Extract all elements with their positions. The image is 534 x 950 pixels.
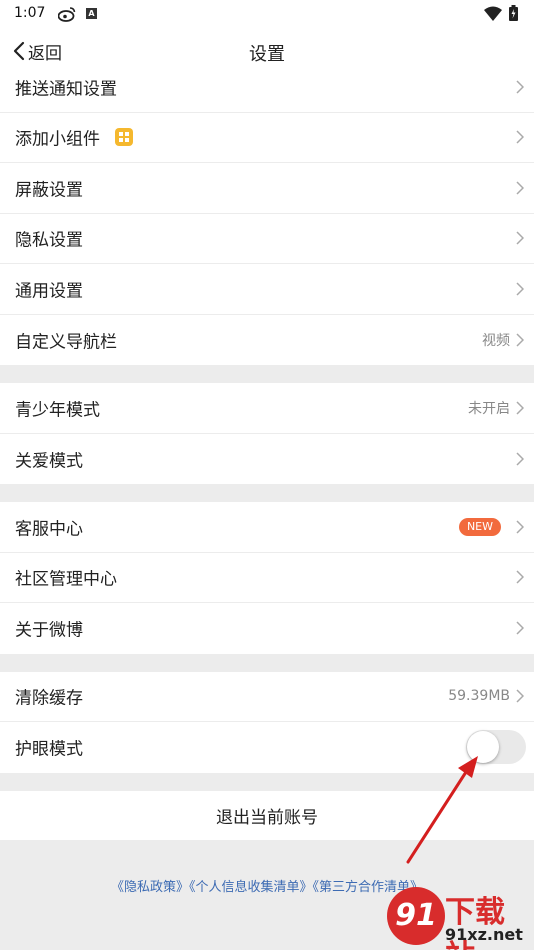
chevron-right-icon bbox=[516, 80, 524, 94]
row-label: 自定义导航栏 bbox=[15, 332, 117, 353]
settings-group-modes: 青少年模式 未开启 关爱模式 bbox=[0, 383, 534, 484]
settings-group-general: 推送通知设置 添加小组件 屏蔽设置 隐私设置 通用设置 自定义导航栏 视频 bbox=[0, 62, 534, 365]
row-care-mode[interactable]: 关爱模式 bbox=[0, 434, 534, 485]
row-label: 客服中心 bbox=[15, 519, 83, 540]
row-label: 通用设置 bbox=[15, 281, 83, 302]
settings-group-support: 客服中心 NEW 社区管理中心 关于微博 bbox=[0, 502, 534, 654]
personal-info-list-link[interactable]: 《个人信息收集清单》 bbox=[189, 880, 313, 895]
eye-protection-toggle[interactable] bbox=[466, 730, 526, 765]
chevron-right-icon bbox=[516, 282, 524, 296]
chevron-right-icon bbox=[516, 570, 524, 584]
chevron-right-icon bbox=[516, 333, 524, 347]
row-label: 推送通知设置 bbox=[15, 79, 117, 100]
status-time: 1:07 bbox=[14, 5, 46, 21]
row-eye-protection-mode: 护眼模式 bbox=[0, 722, 534, 773]
row-community-management[interactable]: 社区管理中心 bbox=[0, 553, 534, 603]
widget-grid-icon bbox=[115, 128, 133, 147]
section-divider bbox=[0, 484, 534, 502]
section-divider bbox=[0, 653, 534, 672]
row-value: 视频 bbox=[482, 332, 510, 349]
row-label: 隐私设置 bbox=[15, 230, 83, 251]
row-about-weibo[interactable]: 关于微博 bbox=[0, 603, 534, 654]
row-block-settings[interactable]: 屏蔽设置 bbox=[0, 163, 534, 214]
cache-size-value: 59.39MB bbox=[448, 688, 510, 705]
chevron-right-icon bbox=[516, 231, 524, 245]
row-push-notification-settings[interactable]: 推送通知设置 bbox=[0, 62, 534, 113]
row-teen-mode[interactable]: 青少年模式 未开启 bbox=[0, 383, 534, 434]
row-label: 护眼模式 bbox=[15, 739, 83, 760]
watermark-logo: 91 下载站 91xz.net bbox=[385, 885, 534, 950]
a-notification-icon: A bbox=[86, 8, 97, 19]
chevron-right-icon bbox=[516, 621, 524, 635]
chevron-right-icon bbox=[516, 130, 524, 144]
watermark-mark: 91 bbox=[387, 887, 445, 945]
row-label: 关于微博 bbox=[15, 620, 83, 641]
row-privacy-settings[interactable]: 隐私设置 bbox=[0, 214, 534, 264]
chevron-right-icon bbox=[516, 401, 524, 415]
row-custom-navigation-bar[interactable]: 自定义导航栏 视频 bbox=[0, 315, 534, 366]
toggle-knob bbox=[467, 731, 499, 764]
new-badge: NEW bbox=[458, 517, 501, 536]
row-label: 清除缓存 bbox=[15, 688, 83, 709]
row-label: 添加小组件 bbox=[15, 129, 100, 150]
status-bar: 1:07 A bbox=[0, 0, 534, 28]
chevron-right-icon bbox=[516, 452, 524, 466]
weibo-icon bbox=[58, 7, 76, 22]
chevron-right-icon bbox=[516, 520, 524, 534]
settings-list: 推送通知设置 添加小组件 屏蔽设置 隐私设置 通用设置 自定义导航栏 视频 青少… bbox=[0, 62, 534, 845]
row-add-widget[interactable]: 添加小组件 bbox=[0, 113, 534, 163]
row-value: 未开启 bbox=[468, 400, 510, 417]
logout-button[interactable]: 退出当前账号 bbox=[0, 790, 534, 845]
section-divider bbox=[0, 772, 534, 791]
wifi-icon bbox=[484, 6, 502, 21]
chevron-right-icon bbox=[516, 689, 524, 703]
row-customer-service[interactable]: 客服中心 NEW bbox=[0, 502, 534, 553]
section-divider bbox=[0, 365, 534, 383]
battery-icon bbox=[509, 5, 518, 21]
chevron-right-icon bbox=[516, 181, 524, 195]
row-clear-cache[interactable]: 清除缓存 59.39MB bbox=[0, 672, 534, 722]
row-label: 社区管理中心 bbox=[15, 569, 117, 590]
row-label: 关爱模式 bbox=[15, 451, 83, 472]
row-label: 屏蔽设置 bbox=[15, 180, 83, 201]
privacy-policy-link[interactable]: 《隐私政策》 bbox=[111, 880, 189, 895]
settings-group-storage: 清除缓存 59.39MB 护眼模式 bbox=[0, 671, 534, 773]
watermark-domain: 91xz.net bbox=[445, 925, 523, 944]
row-label: 青少年模式 bbox=[15, 400, 100, 421]
row-general-settings[interactable]: 通用设置 bbox=[0, 264, 534, 315]
